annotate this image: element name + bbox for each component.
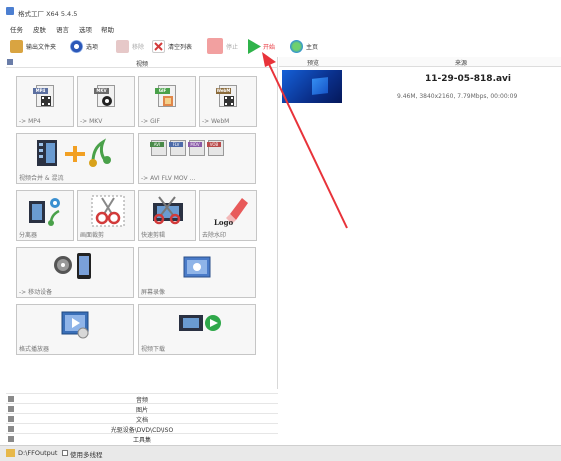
video-thumbnail[interactable] <box>282 70 342 103</box>
stop-icon <box>207 38 223 54</box>
tile-quick-clip[interactable]: 快速剪辑 <box>138 190 196 241</box>
stop-button[interactable]: 停止 <box>207 37 238 55</box>
title-bar: 格式工厂 X64 5.4.5 <box>0 0 561 22</box>
app-icon <box>6 7 14 15</box>
folder-icon <box>10 39 23 53</box>
start-button[interactable]: 开始 <box>247 37 275 55</box>
splitter-icon <box>29 198 60 226</box>
menu-task[interactable]: 任务 <box>10 24 23 34</box>
tile-to-mp4[interactable]: MP4 -> MP4 <box>16 76 74 127</box>
video-merge-icon <box>37 138 111 167</box>
column-preview[interactable]: 预览 <box>307 58 319 67</box>
category-panel: 视频 MP4 -> MP4 MKV -> MKV GIF -> GIF WebM… <box>6 57 278 389</box>
home-button[interactable]: 主页 <box>290 37 318 55</box>
tile-video-merge[interactable]: 视频合并 & 混流 <box>16 133 134 184</box>
screen-record-icon <box>183 256 211 278</box>
category-document[interactable]: 文档 <box>6 413 278 424</box>
clear-list-button[interactable]: 清空列表 <box>152 37 192 55</box>
category-audio[interactable]: 音频 <box>6 393 278 404</box>
globe-icon <box>290 39 303 53</box>
category-tools[interactable]: 工具集 <box>6 433 278 444</box>
webm-file-icon: WebM <box>216 85 237 107</box>
video-category-header[interactable]: 视频 <box>6 57 278 68</box>
task-list-panel: 预览 来源 11-29-05-818.avi 9.46M, 3840x2160,… <box>279 57 561 445</box>
tile-splitter[interactable]: 分离器 <box>16 190 74 241</box>
output-path[interactable]: D:\FFOutput <box>18 449 57 457</box>
windows-logo-icon <box>312 77 328 95</box>
tile-to-avi-flv-mov[interactable]: AVI FLV MOV VOB -> AVI FLV MOV ... <box>138 133 256 184</box>
window-title: 格式工厂 X64 5.4.5 <box>18 10 78 18</box>
tile-screen-record[interactable]: 屏幕录像 <box>138 247 256 298</box>
mobile-device-icon <box>54 253 91 279</box>
menu-skin[interactable]: 皮肤 <box>33 24 46 34</box>
column-source[interactable]: 来源 <box>455 58 467 67</box>
tile-to-gif[interactable]: GIF -> GIF <box>138 76 196 127</box>
video-download-icon <box>179 315 221 331</box>
gif-file-icon: GIF <box>155 85 176 107</box>
category-optical-disc[interactable]: 光驱设备\DVD\CD\ISO <box>6 423 278 434</box>
tile-to-webm[interactable]: WebM -> WebM <box>199 76 257 127</box>
tile-video-download[interactable]: 视频下载 <box>138 304 256 355</box>
menu-help[interactable]: 帮助 <box>101 24 114 34</box>
menu-options[interactable]: 选项 <box>79 24 92 34</box>
task-list-header: 预览 来源 <box>279 57 561 67</box>
format-badges-icon: AVI FLV MOV VOB <box>150 140 251 162</box>
output-folder-icon[interactable] <box>6 449 15 457</box>
output-folder-button[interactable]: 输出文件夹 <box>10 37 56 55</box>
tile-to-mkv[interactable]: MKV -> MKV <box>77 76 135 127</box>
category-picture[interactable]: 图片 <box>6 403 278 414</box>
file-info: 9.46M, 3840x2160, 7.79Mbps, 00:00:09 <box>397 93 518 100</box>
tile-mobile-device[interactable]: -> 移动设备 <box>16 247 134 298</box>
format-factory-window: 格式工厂 X64 5.4.5 任务 皮肤 语言 选项 帮助 输出文件夹 选项 移… <box>0 0 561 461</box>
logo-watermark-text: Logo <box>214 218 233 227</box>
remove-icon <box>116 39 129 53</box>
menu-bar: 任务 皮肤 语言 选项 帮助 <box>0 22 561 35</box>
multithread-checkbox[interactable] <box>62 450 68 456</box>
tile-format-player[interactable]: 格式播放器 <box>16 304 134 355</box>
toolbar: 输出文件夹 选项 移除 清空列表 停止 开始 主页 <box>0 35 561 57</box>
scissors-icon <box>91 195 125 227</box>
mp4-file-icon: MP4 <box>33 85 54 107</box>
options-button[interactable]: 选项 <box>70 37 98 55</box>
file-name[interactable]: 11-29-05-818.avi <box>425 74 511 84</box>
tile-remove-watermark[interactable]: Logo 去除水印 <box>199 190 257 241</box>
eraser-icon: Logo <box>214 198 248 227</box>
tile-crop[interactable]: 画面裁剪 <box>77 190 135 241</box>
quick-clip-icon <box>153 196 183 225</box>
clear-list-icon <box>152 39 165 53</box>
multithread-label: 使用多线程 <box>70 451 103 459</box>
status-bar: D:\FFOutput 使用多线程 <box>0 445 561 461</box>
player-icon <box>61 311 89 339</box>
mkv-file-icon: MKV <box>94 85 115 107</box>
remove-button[interactable]: 移除 <box>116 37 144 55</box>
play-icon <box>247 38 261 54</box>
options-gear-icon <box>70 39 83 53</box>
category-list: 音频 图片 文档 光驱设备\DVD\CD\ISO 工具集 <box>6 393 278 445</box>
menu-language[interactable]: 语言 <box>56 24 69 34</box>
